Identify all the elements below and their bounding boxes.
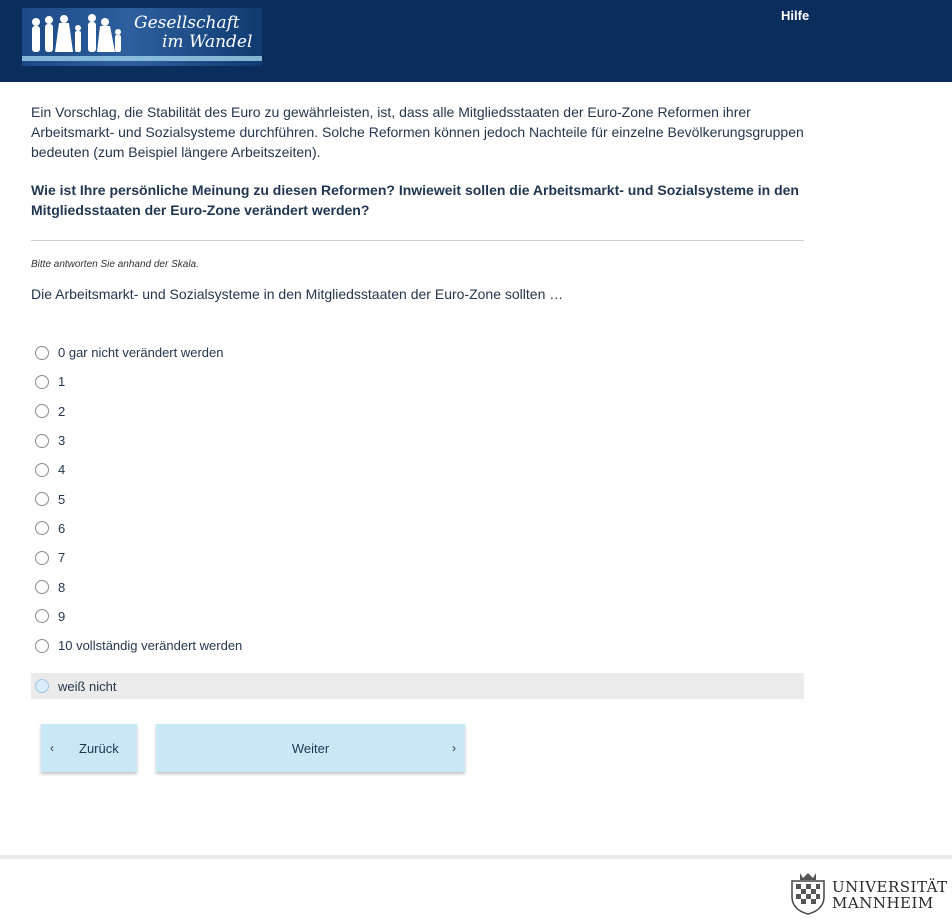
option-label: 3 xyxy=(58,433,66,449)
instruction-text: Bitte antworten Sie anhand der Skala. xyxy=(31,259,199,270)
help-link[interactable]: Hilfe xyxy=(781,8,809,23)
university-line-1: UNIVERSITÄT xyxy=(832,878,948,896)
option-5[interactable]: 5 xyxy=(31,484,804,513)
option-label: 5 xyxy=(58,491,66,507)
radio-button[interactable] xyxy=(35,521,49,536)
back-button-label: Zurück xyxy=(79,741,119,756)
option-9[interactable]: 9 xyxy=(31,602,804,631)
option-label: 10 vollständig verändert werden xyxy=(58,638,243,654)
option-label: 7 xyxy=(58,550,66,566)
option-1[interactable]: 1 xyxy=(31,367,804,396)
option-label: weiß nicht xyxy=(58,678,117,694)
option-4[interactable]: 4 xyxy=(31,455,804,484)
next-button-label: Weiter xyxy=(291,741,330,756)
gesellschaft-im-wandel-logo: Gesellschaft im Wandel xyxy=(22,8,262,66)
option-7[interactable]: 7 xyxy=(31,543,804,572)
radio-button[interactable] xyxy=(35,374,49,389)
radio-button[interactable] xyxy=(35,550,49,565)
radio-button[interactable] xyxy=(35,638,49,653)
option-label: 8 xyxy=(58,579,66,595)
option-label: 6 xyxy=(58,520,66,536)
option-3[interactable]: 3 xyxy=(31,426,804,455)
divider xyxy=(31,240,804,241)
option-label: 9 xyxy=(58,608,66,624)
radio-button[interactable] xyxy=(35,462,49,477)
radio-button[interactable] xyxy=(35,609,49,624)
option-0[interactable]: 0 gar nicht verändert werden xyxy=(31,338,804,367)
question-stem: Die Arbeitsmarkt- und Sozialsysteme in d… xyxy=(31,286,564,302)
option-6[interactable]: 6 xyxy=(31,514,804,543)
question-text: Wie ist Ihre persönliche Meinung zu dies… xyxy=(31,182,799,218)
option-8[interactable]: 8 xyxy=(31,572,804,601)
option-label: 2 xyxy=(58,403,66,419)
radio-button[interactable] xyxy=(35,492,49,507)
option-label: 4 xyxy=(58,462,66,478)
next-button[interactable]: Weiter › xyxy=(156,724,465,772)
option-dont-know[interactable]: weiß nicht xyxy=(31,673,804,700)
option-10[interactable]: 10 vollständig verändert werden xyxy=(31,631,804,660)
radio-button[interactable] xyxy=(35,433,49,448)
university-line-2: MANNHEIM xyxy=(832,894,934,912)
question-block: Ein Vorschlag, die Stabilität des Euro z… xyxy=(31,102,804,302)
university-mannheim-logo: UNIVERSITÄT MANNHEIM xyxy=(788,869,948,915)
back-button[interactable]: ‹ Zurück xyxy=(41,724,137,772)
chevron-left-icon: ‹ xyxy=(50,741,54,755)
university-wordmark: UNIVERSITÄT MANNHEIM xyxy=(832,879,948,911)
radio-button[interactable] xyxy=(35,679,49,694)
radio-button[interactable] xyxy=(35,580,49,595)
option-label: 1 xyxy=(58,374,66,390)
option-2[interactable]: 2 xyxy=(31,397,804,426)
radio-button[interactable] xyxy=(35,404,49,419)
answer-scale: 0 gar nicht verändert werden 1 2 3 4 5 6… xyxy=(31,338,804,700)
university-crest-icon xyxy=(791,873,825,915)
logo-line-2: im Wandel xyxy=(162,32,253,52)
chevron-right-icon: › xyxy=(452,741,456,755)
intro-text: Ein Vorschlag, die Stabilität des Euro z… xyxy=(31,104,804,160)
option-label: 0 gar nicht verändert werden xyxy=(58,345,224,361)
header-bar: Gesellschaft im Wandel Hilfe xyxy=(0,0,952,82)
logo-wordmark: Gesellschaft im Wandel xyxy=(134,14,252,52)
logo-line-1: Gesellschaft xyxy=(134,13,240,33)
footer-divider xyxy=(0,855,952,859)
radio-button[interactable] xyxy=(35,345,49,360)
